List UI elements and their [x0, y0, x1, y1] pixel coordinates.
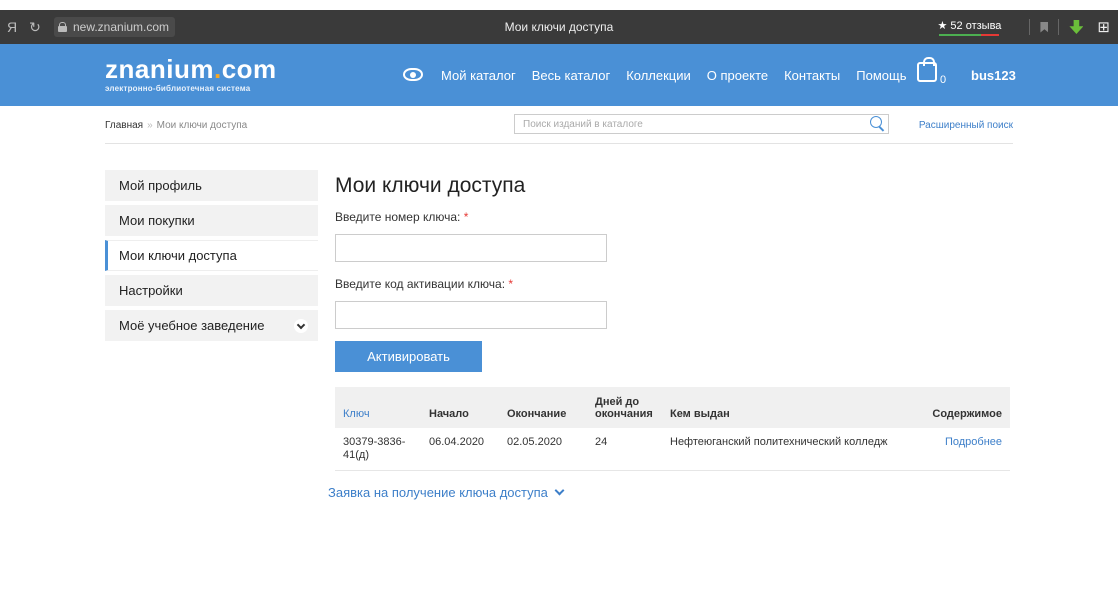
toolbar-divider: [1058, 19, 1060, 35]
reviews-label: ★ 52 отзыва: [937, 19, 1002, 32]
cart-icon[interactable]: [917, 57, 937, 82]
catalog-search: [514, 114, 889, 134]
profile-sidebar: Мой профиль Мои покупки Мои ключи доступ…: [105, 170, 318, 345]
breadcrumb-current: Мои ключи доступа: [156, 120, 248, 131]
yandex-logo-icon[interactable]: Я: [2, 19, 22, 35]
column-header-days-left: Дней до окончания: [587, 387, 662, 428]
sidebar-item-settings[interactable]: Настройки: [105, 275, 318, 306]
main-content: Мои ключи доступа Введите номер ключа: *…: [335, 170, 1010, 471]
sidebar-item-institution[interactable]: Моё учебное заведение: [105, 310, 318, 341]
activate-button[interactable]: Активировать: [335, 341, 482, 372]
breadcrumb-search-row: Главная »Мои ключи доступа Расширенный по…: [105, 106, 1013, 144]
activation-code-input[interactable]: [335, 301, 607, 329]
reviews-badge[interactable]: ★ 52 отзыва: [937, 19, 1002, 36]
search-icon[interactable]: [870, 116, 882, 128]
site-header: znanium.com электронно-библиотечная сист…: [0, 44, 1118, 106]
access-keys-table: Ключ Начало Окончание Дней до окончания …: [335, 387, 1010, 471]
breadcrumb-home[interactable]: Главная: [105, 120, 143, 131]
sidebar-item-profile[interactable]: Мой профиль: [105, 170, 318, 201]
key-number-input[interactable]: [335, 234, 607, 262]
required-mark: *: [463, 210, 469, 224]
cell-key: 30379-3836-41(д): [335, 428, 421, 471]
eye-icon[interactable]: [403, 68, 423, 81]
search-input[interactable]: [515, 115, 855, 133]
nav-help[interactable]: Помощь: [856, 68, 906, 83]
column-header-end: Окончание: [499, 387, 587, 428]
user-menu[interactable]: bus123: [971, 68, 1016, 83]
breadcrumb: Главная » Мои ключи доступа: [105, 120, 247, 131]
bookmark-icon[interactable]: [1040, 21, 1049, 33]
nav-my-catalog[interactable]: Мой каталог: [441, 68, 516, 83]
address-bar[interactable]: new.znanium.com: [54, 17, 176, 37]
nav-full-catalog[interactable]: Весь каталог: [532, 68, 610, 83]
site-logo[interactable]: znanium.com электронно-библиотечная сист…: [105, 56, 277, 93]
sidebar-item-label: Моё учебное заведение: [119, 318, 265, 333]
column-header-key[interactable]: Ключ: [335, 387, 421, 428]
cell-days-left: 24: [587, 428, 662, 471]
browser-toolbar: Я ↻ new.znanium.com Мои ключи доступа ★ …: [0, 10, 1118, 44]
request-key-link[interactable]: Заявка на получение ключа доступа: [328, 485, 565, 500]
advanced-search-link[interactable]: Расширенный поиск: [919, 120, 1013, 131]
table-row: 30379-3836-41(д) 06.04.2020 02.05.2020 2…: [335, 428, 1010, 471]
main-nav: Мой каталог Весь каталог Коллекции О про…: [441, 68, 906, 83]
activation-code-label: Введите код активации ключа: *: [335, 277, 514, 291]
key-number-label: Введите номер ключа: *: [335, 210, 469, 224]
cell-end: 02.05.2020: [499, 428, 587, 471]
chevron-down-icon[interactable]: [294, 319, 308, 333]
reload-icon[interactable]: ↻: [22, 19, 48, 36]
download-icon[interactable]: [1069, 20, 1084, 34]
required-mark: *: [508, 277, 514, 291]
nav-collections[interactable]: Коллекции: [626, 68, 691, 83]
nav-about[interactable]: О проекте: [707, 68, 768, 83]
cell-issuer: Нефтеюганский политехнический колледж: [662, 428, 917, 471]
column-header-start: Начало: [421, 387, 499, 428]
extension-icon[interactable]: ⊞: [1097, 18, 1110, 36]
sidebar-item-access-keys[interactable]: Мои ключи доступа: [105, 240, 318, 271]
breadcrumb-separator: »: [147, 120, 153, 131]
details-link[interactable]: Подробнее: [945, 436, 1002, 448]
url-text: new.znanium.com: [73, 20, 170, 34]
nav-contacts[interactable]: Контакты: [784, 68, 840, 83]
toolbar-divider: [1029, 19, 1031, 35]
table-header-row: Ключ Начало Окончание Дней до окончания …: [335, 387, 1010, 428]
chevron-down-icon: [554, 485, 565, 496]
logo-tagline: электронно-библиотечная система: [105, 84, 251, 93]
logo-wordmark: znanium.com: [105, 54, 277, 84]
column-header-issuer: Кем выдан: [662, 387, 917, 428]
cell-content: Подробнее: [916, 428, 1010, 471]
browser-right-tools: ★ 52 отзыва ⊞: [938, 10, 1118, 44]
cart-count: 0: [940, 74, 947, 86]
page-title: Мои ключи доступа: [335, 174, 526, 197]
lock-icon: [58, 22, 67, 32]
request-key-label: Заявка на получение ключа доступа: [328, 485, 548, 500]
column-header-content: Содержимое: [916, 387, 1010, 428]
cell-start: 06.04.2020: [421, 428, 499, 471]
sidebar-item-purchases[interactable]: Мои покупки: [105, 205, 318, 236]
reviews-rating-bar: [939, 33, 1000, 36]
